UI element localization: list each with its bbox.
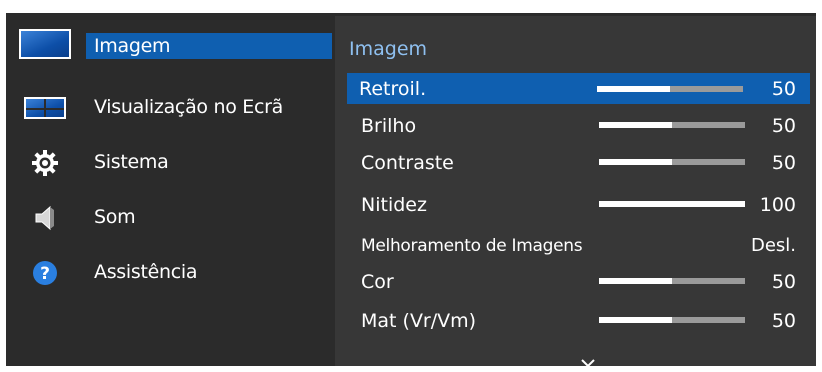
menu-item-som[interactable]: Som — [6, 196, 332, 240]
setting-name: Mat (Vr/Vm) — [361, 310, 477, 332]
menu-item-label: Assistência — [94, 261, 198, 283]
submenu-panel: Imagem Retroil. 50 Brilho 50 Contraste 5… — [335, 16, 816, 368]
setting-value: Desl. — [750, 235, 796, 256]
setting-slider[interactable] — [599, 278, 745, 284]
menu-item-assistencia[interactable]: ? Assistência — [6, 251, 332, 295]
picture-icon — [18, 29, 72, 59]
menu-item-label: Som — [94, 206, 136, 228]
setting-name: Cor — [361, 271, 394, 293]
panel-title: Imagem — [349, 38, 428, 60]
svg-text:?: ? — [40, 264, 50, 284]
menu-item-sistema[interactable]: Sistema — [6, 141, 332, 185]
setting-name: Nitidez — [361, 194, 427, 216]
setting-row-mat[interactable]: Mat (Vr/Vm) 50 — [349, 303, 810, 339]
speaker-icon — [18, 203, 72, 233]
setting-value: 50 — [771, 310, 796, 332]
setting-name: Retroil. — [359, 78, 427, 100]
setting-row-retroil[interactable]: Retroil. 50 — [347, 73, 810, 104]
menu-item-visualizacao[interactable]: Visualização no Ecrã — [6, 86, 332, 130]
setting-value: 100 — [759, 194, 796, 216]
setting-slider[interactable] — [599, 159, 745, 165]
setting-name: Brilho — [361, 115, 417, 137]
setting-row-brilho[interactable]: Brilho 50 — [349, 108, 810, 144]
menu-item-label: Sistema — [94, 151, 169, 173]
setting-row-contraste[interactable]: Contraste 50 — [349, 145, 810, 181]
setting-value: 50 — [771, 152, 796, 174]
question-icon: ? — [18, 258, 72, 288]
gear-icon — [18, 148, 72, 178]
setting-slider[interactable] — [599, 122, 745, 128]
setting-slider[interactable] — [597, 86, 743, 92]
menu-item-label: Visualização no Ecrã — [94, 96, 283, 118]
menu-item-imagem[interactable]: Imagem — [6, 13, 332, 59]
setting-value: 50 — [771, 115, 796, 137]
onscreen-display-icon — [18, 93, 72, 123]
setting-row-cor[interactable]: Cor 50 — [349, 264, 810, 300]
setting-name: Contraste — [361, 152, 454, 174]
menu-item-label: Imagem — [94, 35, 171, 57]
setting-row-nitidez[interactable]: Nitidez 100 — [349, 187, 810, 223]
setting-slider[interactable] — [599, 201, 745, 207]
settings-menu: Imagem Visualização no Ecrã Sistema Som … — [6, 13, 816, 368]
setting-value: 50 — [771, 78, 796, 100]
setting-slider[interactable] — [599, 317, 745, 323]
setting-value: 50 — [771, 271, 796, 293]
chevron-down-icon[interactable] — [581, 353, 595, 368]
setting-row-melhoramento[interactable]: Melhoramento de Imagens Desl. — [349, 228, 810, 264]
setting-name: Melhoramento de Imagens — [361, 236, 583, 256]
